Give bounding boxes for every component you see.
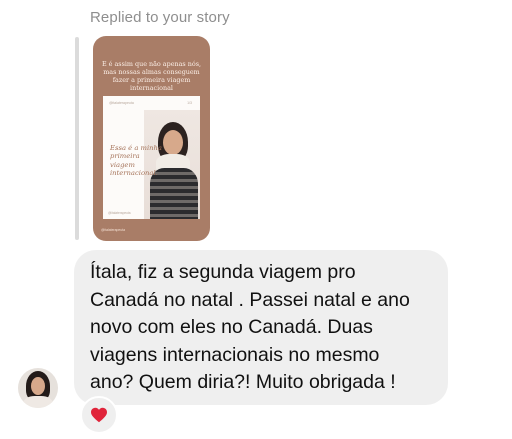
avatar[interactable] xyxy=(18,368,58,408)
replied-to-story-label: Replied to your story xyxy=(90,9,230,26)
heart-reaction[interactable] xyxy=(80,396,118,434)
heart-icon xyxy=(91,407,107,423)
message-text: Ítala, fiz a segunda viagem pro Canadá n… xyxy=(90,259,440,397)
message-line: novo com eles no Canadá. Duas xyxy=(90,316,373,338)
card-footer: @italaterapeuta xyxy=(108,211,131,215)
message-line: viagens internacionais no mesmo xyxy=(90,343,380,366)
message-line: Ítala, fiz a segunda viagem pro xyxy=(90,261,356,283)
reply-indicator-bar xyxy=(75,37,79,240)
story-inner-card: @italaterapeuta 1/3 Essa é a minha prime… xyxy=(103,96,200,219)
message-bubble[interactable]: Ítala, fiz a segunda viagem pro Canadá n… xyxy=(74,250,448,405)
story-bottom-handle: @italaterapeuta xyxy=(101,228,125,232)
story-thumbnail[interactable]: E é assim que não apenas nós, mas nossas… xyxy=(93,36,210,241)
message-line: Canadá no natal . Passei natal e ano xyxy=(90,288,410,311)
card-page-indicator: 1/3 xyxy=(187,101,192,105)
message-line: ano? Quem diria?! Muito obrigada ! xyxy=(90,371,396,393)
card-handle: @italaterapeuta xyxy=(109,101,134,105)
story-caption: E é assim que não apenas nós, mas nossas… xyxy=(101,60,202,92)
card-title: Essa é a minha primeira viagem internaci… xyxy=(110,144,162,178)
